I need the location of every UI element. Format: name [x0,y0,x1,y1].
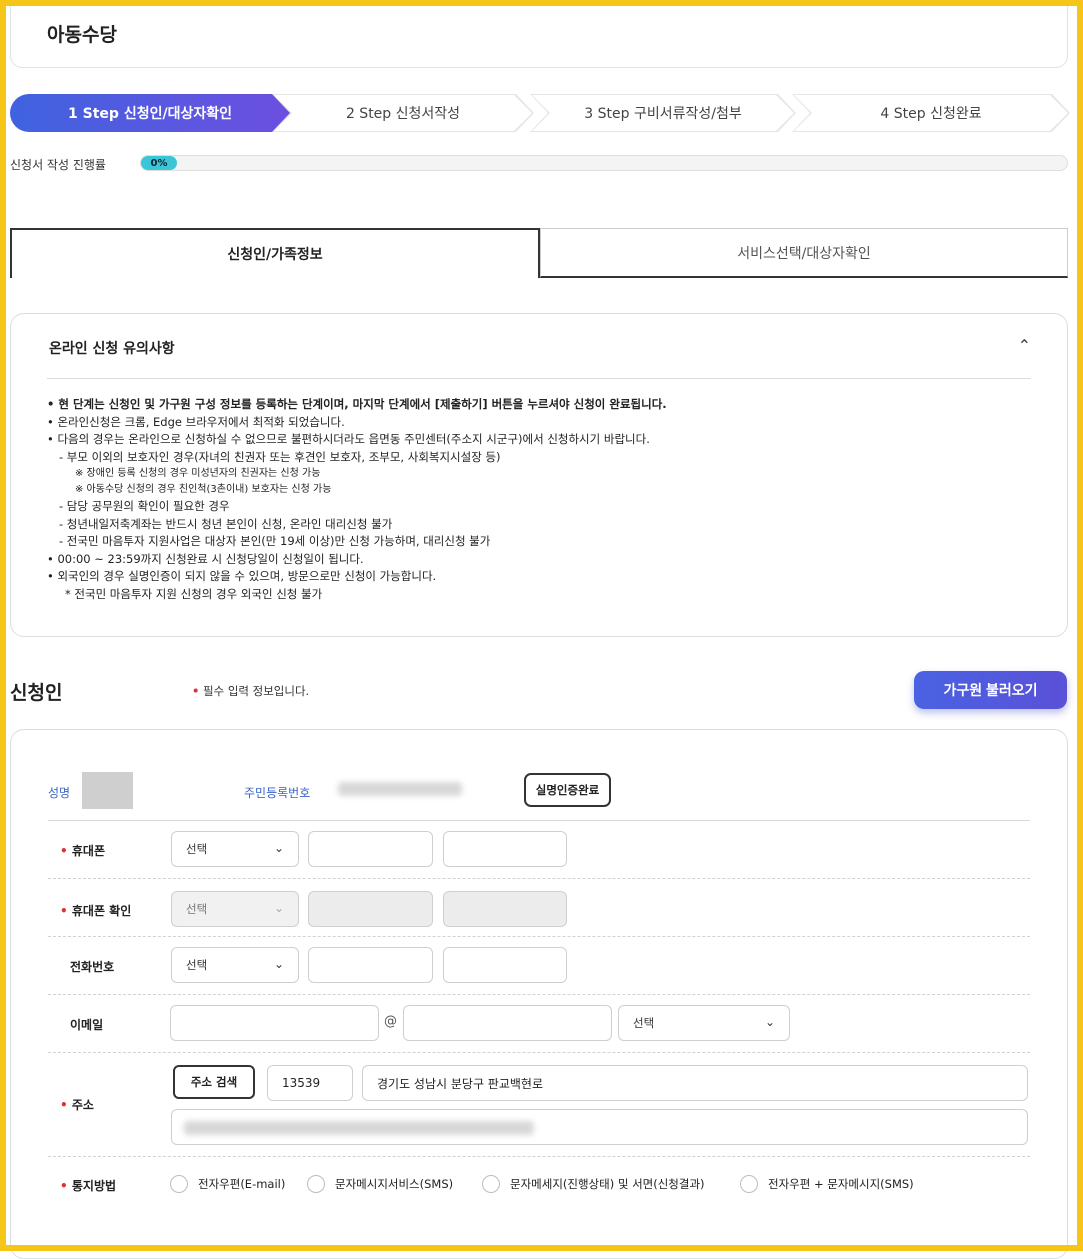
step-indicator: 1 Step 신청인/대상자확인 2 Step 신청서작성 3 Step 구비서… [10,94,1070,132]
row-divider [48,1156,1030,1157]
required-dot: • [60,904,68,918]
row-divider [48,878,1030,879]
blurred-detail-address [184,1121,534,1135]
notify-radio-email[interactable] [170,1175,188,1193]
tel-middle-input[interactable] [308,947,433,983]
notice-item: ※ 아동수당 신청의 경우 친인척(3촌이내) 보호자는 신청 가능 [75,484,332,495]
row-divider [48,936,1030,937]
phone-confirm-prefix-value: 선택 [186,902,208,916]
detail-address-input[interactable] [171,1109,1028,1145]
email-domain-select[interactable]: 선택 ⌄ [618,1005,790,1041]
required-note-text: 필수 입력 정보입니다. [203,684,310,698]
notice-item: ※ 장애인 등록 신청의 경우 미성년자의 친권자는 신청 가능 [75,468,321,479]
email-id-input[interactable] [170,1005,379,1041]
tel-label: 전화번호 [70,960,115,974]
page-header: 아동수당 [10,6,1068,68]
phone-label-text: 휴대폰 [71,844,105,858]
chevron-down-icon: ⌄ [764,1015,775,1029]
email-domain-input[interactable] [403,1005,612,1041]
load-family-button[interactable]: 가구원 불러오기 [914,671,1067,709]
phone-confirm-label: • 휴대폰 확인 [60,902,131,919]
notice-item: • 다음의 경우는 온라인으로 신청하실 수 없으므로 불편하시더라도 읍면동 … [47,432,650,446]
verified-button[interactable]: 실명인증완료 [524,773,611,807]
notify-option-email: 전자우편(E-mail) [198,1177,286,1191]
applicant-title: 신청인 [10,682,63,704]
step-2: 2 Step 신청서작성 [274,95,532,131]
notice-title: 온라인 신청 유의사항 [49,341,175,357]
phone-prefix-value: 선택 [186,842,208,856]
chevron-up-icon[interactable]: ⌃ [1018,336,1031,355]
notice-item: • 외국인의 경우 실명인증이 되지 않을 수 있으며, 방문으로만 신청이 가… [47,569,437,583]
masked-name [82,772,133,809]
address-label: • 주소 [60,1096,94,1113]
tel-last-input[interactable] [443,947,567,983]
required-dot: • [192,684,200,698]
road-address-input[interactable]: 경기도 성남시 분당구 판교백현로 [362,1065,1028,1101]
chevron-down-icon: ⌄ [273,957,284,971]
notify-radio-sms-mail[interactable] [482,1175,500,1193]
progress-label: 신청서 작성 진행률 [10,158,106,172]
phone-label: • 휴대폰 [60,842,105,859]
notice-item: • 온라인신청은 크롬, Edge 브라우저에서 최적화 되었습니다. [47,414,345,429]
name-label: 성명 [48,786,71,800]
step-4: 4 Step 신청완료 [794,95,1068,131]
tab-applicant-family[interactable]: 신청인/가족정보 [10,228,540,278]
notify-label: • 통지방법 [60,1177,116,1194]
phone-middle-input[interactable] [308,831,433,867]
chevron-down-icon: ⌄ [273,841,284,855]
required-dot: • [60,844,68,858]
phone-prefix-select[interactable]: 선택 ⌄ [171,831,299,867]
step-1: 1 Step 신청인/대상자확인 [10,94,290,132]
postcode-input[interactable]: 13539 [267,1065,353,1101]
tel-prefix-value: 선택 [186,958,208,972]
phone-confirm-prefix-select[interactable]: 선택 ⌄ [171,891,299,927]
progress-bar: 0% [140,155,1068,171]
notify-option-sms-mail: 문자메세지(진행상태) 및 서면(신청결과) [510,1177,705,1191]
required-dot: • [60,1098,68,1112]
notice-item: - 담당 공무원의 확인이 필요한 경우 [59,499,230,513]
step-3: 3 Step 구비서류작성/첨부 [532,95,794,131]
notice-item: - 부모 이외의 보호자인 경우(자녀의 친권자 또는 후견인 보호자, 조부모… [59,449,501,464]
notice-list: • 현 단계는 신청인 및 가구원 구성 정보를 등록하는 단계이며, 마지막 … [47,396,1037,603]
row-divider [48,994,1030,995]
notice-item: - 전국민 마음투자 지원사업은 대상자 본인(만 19세 이상)만 신청 가능… [59,534,491,548]
tab-service-target[interactable]: 서비스선택/대상자확인 [540,228,1068,278]
progress-fill: 0% [141,156,177,170]
id-number-label: 주민등록번호 [244,786,311,800]
phone-last-input[interactable] [443,831,567,867]
phone-confirm-middle-input[interactable] [308,891,433,927]
notify-label-text: 통지방법 [71,1179,117,1193]
address-label-text: 주소 [71,1098,94,1112]
required-note: • 필수 입력 정보입니다. [192,683,309,699]
notify-option-email-sms: 전자우편 + 문자메시지(SMS) [768,1177,914,1191]
phone-confirm-last-input[interactable] [443,891,567,927]
phone-confirm-label-text: 휴대폰 확인 [71,904,132,918]
notice-item: - 청년내일저축계좌는 반드시 청년 본인이 신청, 온라인 대리신청 불가 [59,516,393,531]
notice-panel: 온라인 신청 유의사항 ⌃ • 현 단계는 신청인 및 가구원 구성 정보를 등… [10,313,1068,637]
notice-item: • 현 단계는 신청인 및 가구원 구성 정보를 등록하는 단계이며, 마지막 … [47,397,667,411]
email-domain-value: 선택 [633,1016,655,1030]
notify-option-sms: 문자메시지서비스(SMS) [335,1177,454,1191]
email-label: 이메일 [70,1018,104,1032]
notify-radio-email-sms[interactable] [740,1175,758,1193]
row-divider [48,820,1030,821]
row-divider [48,1052,1030,1053]
notice-item: • 00:00 ~ 23:59까지 신청완료 시 신청당일이 신청일이 됩니다. [47,551,364,566]
notify-radio-sms[interactable] [307,1175,325,1193]
address-search-button[interactable]: 주소 검색 [173,1065,255,1099]
page-title: 아동수당 [47,24,117,46]
notice-item: * 전국민 마음투자 지원 신청의 경우 외국인 신청 불가 [65,586,323,601]
blurred-id-number [338,782,462,796]
at-sign: @ [384,1014,397,1029]
tel-prefix-select[interactable]: 선택 ⌄ [171,947,299,983]
required-dot: • [60,1179,68,1193]
notice-divider [47,378,1031,379]
chevron-down-icon: ⌄ [273,901,284,915]
